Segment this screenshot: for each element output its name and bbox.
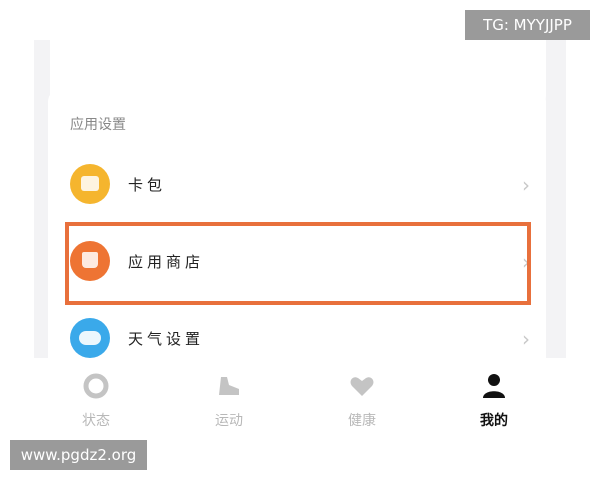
tab-label: 我的 bbox=[480, 413, 508, 429]
person-icon bbox=[483, 374, 505, 398]
chevron-right-icon: › bbox=[522, 173, 530, 197]
tab-health[interactable]: 健康 bbox=[312, 358, 412, 440]
heart-icon bbox=[350, 377, 374, 396]
chevron-right-icon: › bbox=[522, 327, 530, 351]
shoe-icon bbox=[219, 377, 239, 395]
tab-status[interactable]: 状态 bbox=[46, 358, 146, 440]
tab-label: 运动 bbox=[215, 413, 243, 429]
tab-mine[interactable]: 我的 bbox=[444, 358, 544, 440]
settings-row-label: 卡包 bbox=[128, 176, 167, 194]
bottom-tab-bar: 状态 运动 健康 我的 bbox=[34, 358, 566, 440]
status-ring-icon bbox=[83, 373, 109, 399]
watermark-top-right: TG: MYYJJPP bbox=[465, 10, 590, 40]
tab-sport[interactable]: 运动 bbox=[179, 358, 279, 440]
page: 应用设置 卡包 › 应用商店 › 天气设置 › 状态 运动 健康 我的 TG: … bbox=[0, 0, 600, 480]
watermark-bottom-left: www.pgdz2.org bbox=[10, 440, 147, 470]
section-title: 应用设置 bbox=[70, 117, 126, 133]
settings-row-card-pack[interactable]: 卡包 › bbox=[48, 148, 546, 220]
settings-row-label: 天气设置 bbox=[128, 330, 205, 348]
tab-label: 状态 bbox=[82, 413, 110, 429]
app-store-highlight-box bbox=[65, 222, 531, 305]
tab-label: 健康 bbox=[348, 413, 376, 429]
wallet-icon bbox=[70, 164, 110, 204]
weather-cloud-icon bbox=[70, 318, 110, 358]
